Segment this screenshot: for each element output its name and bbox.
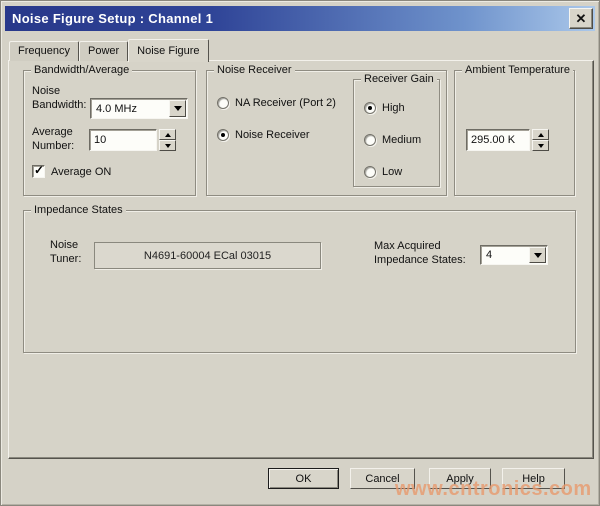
radio-icon[interactable] (217, 129, 229, 141)
group-impedance-states: Impedance States Noise Tuner: N4691-6000… (23, 210, 576, 353)
radio-icon[interactable] (364, 102, 376, 114)
radio-gain-low[interactable]: Low (364, 166, 402, 178)
group-ambient-temperature: Ambient Temperature 295.00 K (454, 70, 575, 196)
tab-frequency[interactable]: Frequency (9, 41, 79, 61)
radio-gain-low-label: Low (382, 166, 402, 178)
group-noise-receiver: Noise Receiver NA Receiver (Port 2) Nois… (206, 70, 447, 196)
tab-strip: Frequency Power Noise Figure (9, 38, 209, 61)
checkmark-icon: ✓ (34, 164, 44, 177)
tab-noise-figure-label: Noise Figure (137, 45, 199, 57)
group-impedance-states-label: Impedance States (31, 204, 126, 216)
radio-noise-receiver-label: Noise Receiver (235, 129, 310, 141)
radio-icon[interactable] (364, 134, 376, 146)
ambient-temperature-spinner (532, 129, 549, 151)
max-impedance-states-select[interactable]: 4 (480, 245, 548, 265)
tab-power-label: Power (88, 45, 119, 57)
group-bandwidth-average: Bandwidth/Average Noise Bandwidth: 4.0 M… (23, 70, 196, 196)
noise-tuner-label: Noise Tuner: (50, 238, 81, 266)
group-receiver-gain: Receiver Gain High Medium Low (353, 79, 440, 187)
tab-power[interactable]: Power (79, 41, 128, 61)
spinner-up-icon[interactable] (159, 129, 176, 140)
noise-tuner-field: N4691-60004 ECal 03015 (94, 242, 321, 269)
spinner-up-icon[interactable] (532, 129, 549, 140)
radio-gain-high-label: High (382, 102, 405, 114)
average-number-label: Average Number: (32, 125, 74, 153)
spinner-down-icon[interactable] (159, 140, 176, 151)
radio-noise-receiver[interactable]: Noise Receiver (217, 129, 310, 141)
chevron-down-icon[interactable] (529, 247, 546, 263)
chevron-down-icon[interactable] (169, 100, 186, 117)
noise-figure-setup-dialog: Noise Figure Setup : Channel 1 ✕ Frequen… (0, 0, 600, 506)
ambient-temperature-input[interactable]: 295.00 K (466, 129, 530, 151)
window-title: Noise Figure Setup : Channel 1 (12, 11, 213, 26)
apply-button[interactable]: Apply (429, 468, 491, 489)
ok-button[interactable]: OK (268, 468, 339, 489)
radio-gain-medium[interactable]: Medium (364, 134, 421, 146)
spinner-down-icon[interactable] (532, 140, 549, 151)
average-on-label: Average ON (51, 166, 111, 178)
radio-na-receiver-label: NA Receiver (Port 2) (235, 97, 336, 109)
noise-bandwidth-label: Noise Bandwidth: (32, 84, 86, 112)
noise-bandwidth-select[interactable]: 4.0 MHz (90, 98, 188, 119)
radio-icon[interactable] (217, 97, 229, 109)
checkbox-box[interactable]: ✓ (32, 165, 45, 178)
group-receiver-gain-label: Receiver Gain (361, 73, 437, 85)
radio-gain-medium-label: Medium (382, 134, 421, 146)
group-ambient-temperature-label: Ambient Temperature (462, 64, 573, 76)
group-bandwidth-average-label: Bandwidth/Average (31, 64, 132, 76)
close-button[interactable]: ✕ (569, 8, 593, 29)
cancel-button[interactable]: Cancel (350, 468, 415, 489)
group-noise-receiver-label: Noise Receiver (214, 64, 295, 76)
max-acquired-label: Max Acquired Impedance States: (374, 239, 466, 267)
radio-gain-high[interactable]: High (364, 102, 405, 114)
help-button[interactable]: Help (502, 468, 565, 489)
titlebar: Noise Figure Setup : Channel 1 ✕ (5, 6, 595, 31)
tab-page-noise-figure: Bandwidth/Average Noise Bandwidth: 4.0 M… (8, 60, 594, 459)
average-on-checkbox[interactable]: ✓ Average ON (32, 165, 111, 178)
average-number-spinner (159, 129, 176, 151)
radio-na-receiver[interactable]: NA Receiver (Port 2) (217, 97, 336, 109)
close-icon: ✕ (576, 12, 587, 25)
average-number-input[interactable]: 10 (89, 129, 157, 151)
tab-noise-figure[interactable]: Noise Figure (128, 39, 208, 62)
tab-frequency-label: Frequency (18, 45, 70, 57)
radio-icon[interactable] (364, 166, 376, 178)
